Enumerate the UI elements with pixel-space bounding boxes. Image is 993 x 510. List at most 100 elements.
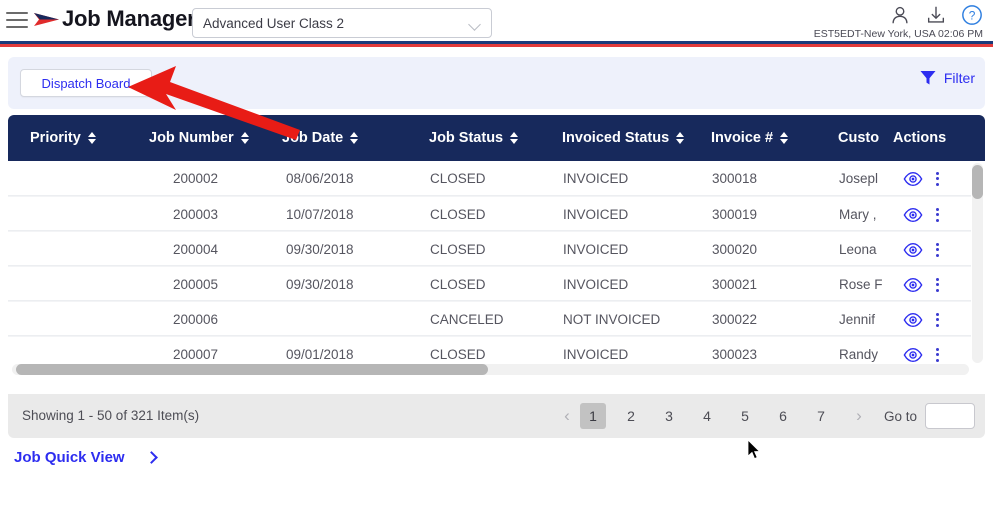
sort-icon[interactable] <box>240 131 250 145</box>
sort-icon[interactable] <box>87 131 97 145</box>
cell-job-number: 200006 <box>173 312 219 327</box>
table-vertical-scrollbar[interactable] <box>972 163 983 363</box>
eye-icon <box>903 277 923 292</box>
user-class-select[interactable]: Advanced User Class 2 <box>192 8 492 38</box>
pagination-page-6[interactable]: 6 <box>770 403 796 429</box>
column-header-actions: Actions <box>893 115 946 161</box>
row-more-menu-button[interactable] <box>936 302 939 337</box>
cell-job-date: 09/30/2018 <box>286 242 354 257</box>
cell-invoice-number: 300023 <box>712 347 758 362</box>
filter-label: Filter <box>943 70 975 86</box>
filter-button[interactable]: Filter <box>919 69 975 87</box>
row-more-menu-button[interactable] <box>936 337 939 365</box>
column-header-job-date[interactable]: Job Date <box>282 115 359 161</box>
sort-icon[interactable] <box>350 131 359 145</box>
sort-icon[interactable] <box>780 131 789 145</box>
table-row[interactable]: 200006 CANCELED NOT INVOICED 300022 Jennif <box>8 301 971 336</box>
column-label: Priority <box>30 130 81 146</box>
view-row-button[interactable] <box>903 337 923 365</box>
column-header-priority[interactable]: Priority <box>30 115 97 161</box>
pagination-page-5[interactable]: 5 <box>732 403 758 429</box>
column-header-invoiced-status[interactable]: Invoiced Status <box>562 115 685 161</box>
horizontal-scroll-thumb[interactable] <box>16 364 488 375</box>
cell-invoiced-status: NOT INVOICED <box>563 312 661 327</box>
row-more-menu-button[interactable] <box>936 161 939 196</box>
cell-invoice-number: 300018 <box>712 171 758 186</box>
mouse-cursor <box>748 440 761 460</box>
cell-job-number: 200005 <box>173 277 219 292</box>
table-horizontal-scrollbar[interactable] <box>12 364 969 375</box>
column-header-job-number[interactable]: Job Number <box>149 115 250 161</box>
download-icon[interactable] <box>925 4 947 26</box>
goto-label: Go to <box>883 408 917 424</box>
sort-icon[interactable] <box>510 131 519 145</box>
cell-job-status: CLOSED <box>430 242 486 257</box>
column-label: Custo <box>838 130 880 146</box>
view-row-button[interactable] <box>903 161 923 196</box>
row-more-menu-button[interactable] <box>936 197 939 232</box>
pagination-page-7[interactable]: 7 <box>808 403 834 429</box>
timezone-clock: EST5EDT-New York, USA 02:06 PM <box>813 28 983 40</box>
table-footer: Showing 1 - 50 of 321 Item(s) ‹ 1 2 3 4 5 6 7 › G… <box>8 394 985 438</box>
cell-job-status: CLOSED <box>430 207 486 222</box>
cell-customer: Leona <box>839 242 877 257</box>
svg-text:?: ? <box>969 9 976 23</box>
table-row[interactable]: 200003 10/07/2018 CLOSED INVOICED 300019 Mary… <box>8 196 971 231</box>
table-row[interactable]: 200004 09/30/2018 CLOSED INVOICED 300020 Leon… <box>8 231 971 266</box>
chevron-right-icon <box>144 451 158 464</box>
chevron-down-icon <box>468 18 481 31</box>
header-icon-group: ? <box>889 4 983 26</box>
cell-customer: Rose F <box>839 277 883 292</box>
dispatch-board-label: Dispatch Board <box>41 75 131 91</box>
column-header-invoice-number[interactable]: Invoice # <box>711 115 789 161</box>
cell-customer: Jennif <box>839 312 876 327</box>
pagination-page-2[interactable]: 2 <box>618 403 644 429</box>
cell-job-status: CLOSED <box>430 277 486 292</box>
column-label: Actions <box>893 130 947 146</box>
toolbar: Dispatch Board Filter <box>8 57 985 109</box>
eye-icon <box>903 312 923 327</box>
table-row[interactable]: 200005 09/30/2018 CLOSED INVOICED 300021 Rose… <box>8 266 971 301</box>
user-account-icon[interactable] <box>889 4 911 26</box>
view-row-button[interactable] <box>903 197 923 232</box>
pagination-prev-button[interactable]: ‹ <box>554 403 580 429</box>
table-row[interactable]: 200007 09/01/2018 CLOSED INVOICED 300023 Rand… <box>8 336 971 365</box>
pagination-next-button[interactable]: › <box>846 403 872 429</box>
cell-invoiced-status: INVOICED <box>563 277 629 292</box>
cell-job-date: 09/01/2018 <box>286 347 354 362</box>
sort-icon[interactable] <box>676 131 685 145</box>
job-quick-view-link[interactable]: Job Quick View <box>14 449 158 466</box>
pagination-page-4[interactable]: 4 <box>694 403 720 429</box>
column-header-customer[interactable]: Custo <box>838 115 879 161</box>
job-quick-view-label: Job Quick View <box>14 449 125 466</box>
column-label: Job Number <box>149 130 234 146</box>
job-manager-app: Job Manager Advanced User Class 2 ? EST5… <box>0 0 993 510</box>
row-more-menu-button[interactable] <box>936 232 939 267</box>
hamburger-menu-icon[interactable] <box>6 9 30 31</box>
view-row-button[interactable] <box>903 302 923 337</box>
view-row-button[interactable] <box>903 232 923 267</box>
goto-page-input[interactable] <box>925 403 975 429</box>
column-header-job-status[interactable]: Job Status <box>429 115 519 161</box>
table-row[interactable]: 200002 08/06/2018 CLOSED INVOICED 300018 Jose… <box>8 161 971 196</box>
vertical-scroll-thumb[interactable] <box>972 165 983 199</box>
cell-invoice-number: 300022 <box>712 312 758 327</box>
pagination-page-3[interactable]: 3 <box>656 403 682 429</box>
row-more-menu-button[interactable] <box>936 267 939 302</box>
eye-icon <box>903 242 923 257</box>
hamburger-bar <box>6 12 28 14</box>
cell-job-number: 200004 <box>173 242 219 257</box>
cell-customer: Josepl <box>839 171 879 186</box>
help-icon[interactable]: ? <box>961 4 983 26</box>
pagination-page-1[interactable]: 1 <box>579 403 606 429</box>
cell-job-status: CANCELED <box>430 312 504 327</box>
kebab-menu-icon <box>936 277 939 292</box>
cell-customer: Mary , <box>839 207 877 222</box>
column-label: Job Status <box>429 130 504 146</box>
column-label: Job Date <box>282 130 344 146</box>
cell-invoiced-status: INVOICED <box>563 207 629 222</box>
dispatch-board-button[interactable]: Dispatch Board <box>20 69 152 97</box>
view-row-button[interactable] <box>903 267 923 302</box>
pagination: ‹ 1 2 3 4 5 6 7 › Go to <box>554 403 975 429</box>
cell-invoice-number: 300021 <box>712 277 758 292</box>
